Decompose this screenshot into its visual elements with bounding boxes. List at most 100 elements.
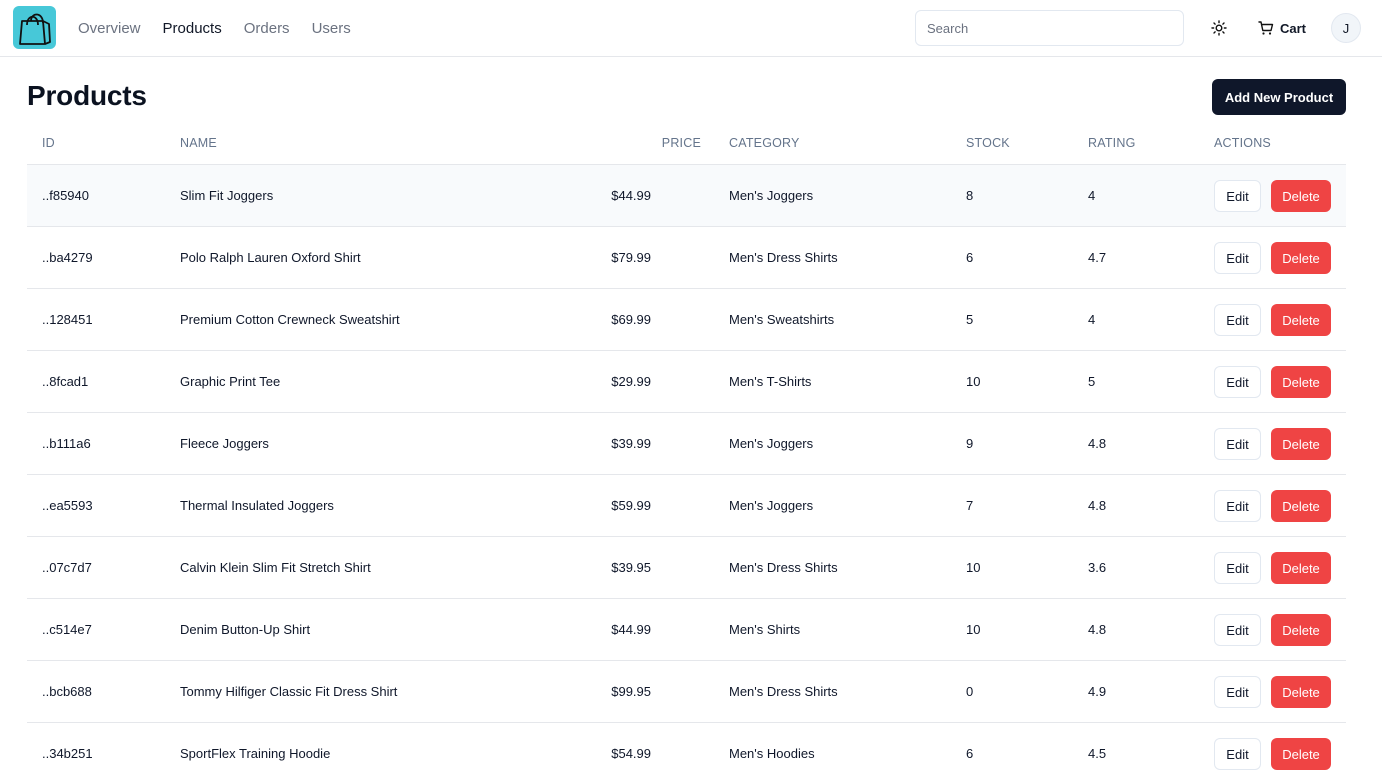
cell-name: Tommy Hilfiger Classic Fit Dress Shirt	[180, 684, 398, 699]
cart-icon	[1258, 21, 1274, 35]
top-header: Overview Products Orders Users Cart J	[0, 0, 1382, 57]
column-header-rating: RATING	[1088, 136, 1136, 150]
cell-rating: 3.6	[1088, 560, 1107, 575]
table-row: ..ba4279 Polo Ralph Lauren Oxford Shirt $7…	[27, 227, 1346, 289]
cell-id: ..b111a6	[42, 436, 91, 451]
cell-stock: 7	[966, 498, 974, 513]
edit-button[interactable]: Edit	[1214, 242, 1261, 274]
table-row: ..8fcad1 Graphic Print Tee $29.99 Men's T-S…	[27, 351, 1346, 413]
cell-price: $69.99	[611, 312, 651, 327]
table-row: ..34b251 SportFlex Training Hoodie $54.99 M…	[27, 723, 1346, 784]
delete-button[interactable]: Delete	[1271, 304, 1331, 336]
cell-price: $44.99	[611, 188, 651, 203]
cell-price: $44.99	[611, 622, 651, 637]
edit-button[interactable]: Edit	[1214, 738, 1261, 770]
edit-button[interactable]: Edit	[1214, 552, 1261, 584]
cell-category: Men's Joggers	[729, 188, 814, 203]
cell-price: $39.99	[611, 436, 651, 451]
nav-orders[interactable]: Orders	[244, 20, 290, 37]
edit-button[interactable]: Edit	[1214, 490, 1261, 522]
cell-name: Fleece Joggers	[180, 436, 269, 451]
search-input[interactable]	[915, 10, 1184, 46]
avatar[interactable]: J	[1331, 13, 1361, 43]
cell-id: ..c514e7	[42, 622, 92, 637]
delete-button[interactable]: Delete	[1271, 738, 1331, 770]
cell-category: Men's Dress Shirts	[729, 684, 838, 699]
cell-name: Polo Ralph Lauren Oxford Shirt	[180, 250, 361, 265]
column-header-actions: ACTIONS	[1214, 136, 1271, 150]
cell-category: Men's Hoodies	[729, 746, 815, 761]
cell-name: Calvin Klein Slim Fit Stretch Shirt	[180, 560, 371, 575]
cell-stock: 9	[966, 436, 974, 451]
nav-users[interactable]: Users	[312, 20, 351, 37]
cell-name: Premium Cotton Crewneck Sweatshirt	[180, 312, 400, 327]
table-body: ..f85940 Slim Fit Joggers $44.99 Men's Jogg…	[27, 165, 1346, 784]
edit-button[interactable]: Edit	[1214, 614, 1261, 646]
add-new-product-button[interactable]: Add New Product	[1212, 79, 1346, 115]
table-row: ..07c7d7 Calvin Klein Slim Fit Stretch Sh…	[27, 537, 1346, 599]
cell-id: ..8fcad1	[42, 374, 89, 389]
cell-rating: 4	[1088, 188, 1096, 203]
delete-button[interactable]: Delete	[1271, 366, 1331, 398]
cell-stock: 10	[966, 560, 981, 575]
nav-products[interactable]: Products	[163, 20, 222, 37]
edit-button[interactable]: Edit	[1214, 428, 1261, 460]
cell-price: $29.99	[611, 374, 651, 389]
nav-overview[interactable]: Overview	[78, 20, 141, 37]
cell-id: ..34b251	[42, 746, 93, 761]
delete-button[interactable]: Delete	[1271, 242, 1331, 274]
delete-button[interactable]: Delete	[1271, 552, 1331, 584]
cell-rating: 4.9	[1088, 684, 1107, 699]
cell-stock: 10	[966, 622, 981, 637]
delete-button[interactable]: Delete	[1271, 614, 1331, 646]
cell-price: $79.99	[611, 250, 651, 265]
cell-stock: 5	[966, 312, 974, 327]
cell-category: Men's Dress Shirts	[729, 560, 838, 575]
cell-id: ..128451	[42, 312, 93, 327]
cell-stock: 0	[966, 684, 974, 699]
page-title: Products	[27, 80, 147, 111]
cart-label: Cart	[1280, 20, 1307, 36]
cell-id: ..bcb688	[42, 684, 92, 699]
main-nav: Overview Products Orders Users	[78, 0, 373, 56]
cell-id: ..f85940	[42, 188, 89, 203]
cell-category: Men's Joggers	[729, 498, 814, 513]
cell-rating: 4.7	[1088, 250, 1107, 265]
table-row: ..128451 Premium Cotton Crewneck Sweatshi…	[27, 289, 1346, 351]
table-header: ID NAME PRICE CATEGORY STOCK RATING ACTI…	[27, 123, 1346, 165]
table-row: ..ea5593 Thermal Insulated Joggers $59.99 M…	[27, 475, 1346, 537]
cell-category: Men's Sweatshirts	[729, 312, 835, 327]
column-header-name: NAME	[180, 136, 217, 150]
cell-stock: 10	[966, 374, 981, 389]
theme-toggle-button[interactable]	[1204, 13, 1234, 43]
cell-price: $59.99	[611, 498, 651, 513]
products-table: ID NAME PRICE CATEGORY STOCK RATING ACTI…	[27, 123, 1346, 784]
edit-button[interactable]: Edit	[1214, 366, 1261, 398]
cell-category: Men's T-Shirts	[729, 374, 812, 389]
delete-button[interactable]: Delete	[1271, 428, 1331, 460]
cell-price: $99.95	[611, 684, 651, 699]
cell-id: ..07c7d7	[42, 560, 92, 575]
cell-stock: 6	[966, 746, 974, 761]
table-row: ..bcb688 Tommy Hilfiger Classic Fit Dress…	[27, 661, 1346, 723]
table-row: ..b111a6 Fleece Joggers $39.99 Men's Jogger…	[27, 413, 1346, 475]
cell-name: Slim Fit Joggers	[180, 188, 274, 203]
cell-stock: 6	[966, 250, 974, 265]
delete-button[interactable]: Delete	[1271, 676, 1331, 708]
cell-rating: 4.8	[1088, 622, 1107, 637]
delete-button[interactable]: Delete	[1271, 490, 1331, 522]
edit-button[interactable]: Edit	[1214, 676, 1261, 708]
sun-icon	[1211, 20, 1227, 36]
delete-button[interactable]: Delete	[1271, 180, 1331, 212]
edit-button[interactable]: Edit	[1214, 180, 1261, 212]
cell-id: ..ba4279	[42, 250, 93, 265]
edit-button[interactable]: Edit	[1214, 304, 1261, 336]
cell-category: Men's Shirts	[729, 622, 801, 637]
cell-rating: 5	[1088, 374, 1096, 389]
shopping-bag-icon[interactable]	[13, 6, 56, 49]
column-header-price: PRICE	[661, 136, 701, 150]
column-header-category: CATEGORY	[729, 136, 800, 150]
cell-rating: 4.5	[1088, 746, 1107, 761]
cell-category: Men's Joggers	[729, 436, 814, 451]
cart-button[interactable]: Cart	[1252, 13, 1312, 43]
